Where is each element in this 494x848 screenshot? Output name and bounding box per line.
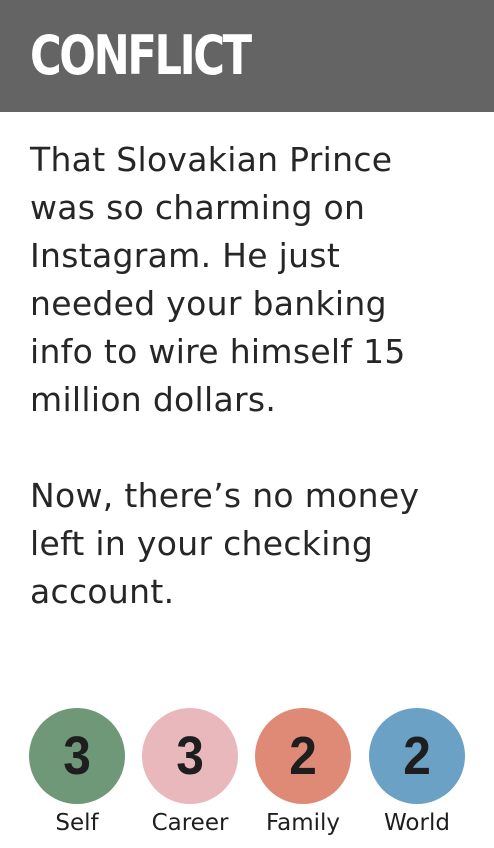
stat-value: 2	[289, 726, 317, 786]
card-title: CONFLICT	[30, 24, 252, 87]
consequence-paragraph: Now, there’s no money left in your check…	[30, 476, 420, 611]
stat-circle: 3	[142, 708, 238, 804]
stat-circle: 2	[255, 708, 351, 804]
stat-value: 3	[63, 726, 91, 786]
card-body: That Slovakian Prince was so charming on…	[30, 136, 470, 616]
scenario-paragraph: That Slovakian Prince was so charming on…	[30, 140, 406, 419]
stat-family: 2 Family	[238, 708, 368, 838]
stat-label: Career	[151, 810, 229, 836]
stat-circle: 3	[29, 708, 125, 804]
card-header: CONFLICT	[0, 0, 494, 112]
stat-row: 3 Self 3 Career 2 Family 2 World	[0, 708, 494, 848]
stat-label: Self	[55, 810, 99, 836]
stat-world: 2 World	[352, 708, 482, 838]
stat-value: 3	[176, 726, 204, 786]
stat-career: 3 Career	[125, 708, 255, 838]
stat-circle: 2	[369, 708, 465, 804]
stat-value: 2	[403, 726, 431, 786]
stat-label: World	[384, 810, 450, 836]
stat-self: 3 Self	[12, 708, 142, 838]
stat-label: Family	[265, 810, 340, 836]
conflict-card: CONFLICT That Slovakian Prince was so ch…	[0, 0, 494, 848]
